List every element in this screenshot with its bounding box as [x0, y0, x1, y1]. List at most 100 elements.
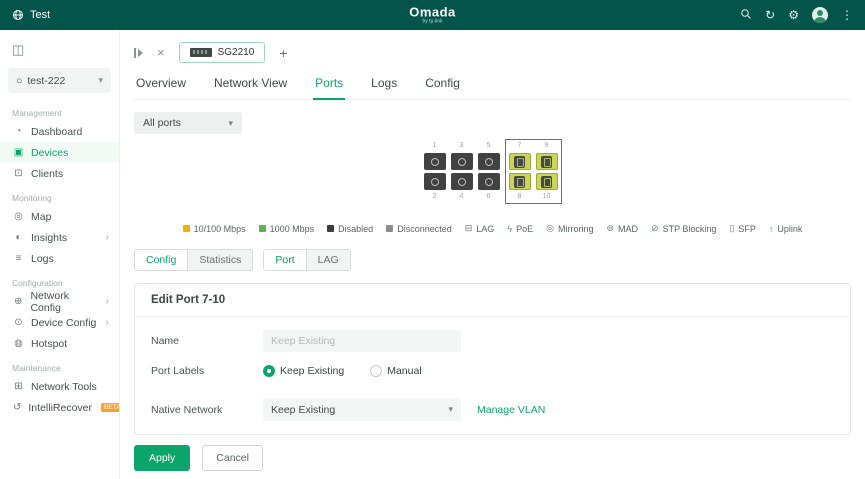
port-8[interactable] [509, 173, 531, 190]
legend-item: 10/100 Mbps [183, 224, 246, 234]
apply-button[interactable]: Apply [134, 445, 190, 471]
sidebar-item-hotspot[interactable]: ◍ Hotspot [0, 333, 119, 354]
expand-device-list-icon[interactable] [134, 48, 143, 58]
legend-item: Disconnected [386, 224, 452, 234]
subtab-lag[interactable]: LAG [306, 250, 350, 270]
port-7[interactable] [509, 153, 531, 170]
site-selector-label: test-222 [27, 75, 65, 87]
site-icon: ○ [16, 75, 22, 87]
port-column: 1 2 [424, 142, 446, 201]
radio-manual[interactable]: Manual [370, 365, 421, 377]
device-tab-sg2210[interactable]: SG2210 [179, 42, 266, 63]
user-avatar[interactable] [812, 7, 828, 23]
tab-network-view[interactable]: Network View [212, 69, 289, 99]
port-3[interactable] [451, 153, 473, 170]
native-network-row: Native Network Keep Existing ▾ Manage VL… [151, 398, 834, 421]
refresh-icon[interactable]: ↻ [765, 9, 775, 21]
site-switcher[interactable]: Test [12, 9, 50, 21]
cancel-button[interactable]: Cancel [202, 445, 263, 471]
legend-item: ↑Uplink [769, 224, 803, 234]
legend-label: Mirroring [558, 224, 594, 234]
legend-swatch-disabled-icon [327, 225, 334, 232]
sidebar-item-logs[interactable]: ≡ Logs [0, 248, 119, 269]
legend-item: ϟPoE [507, 224, 533, 234]
legend-swatch-1000-icon [259, 225, 266, 232]
tab-config[interactable]: Config [423, 69, 462, 99]
port-1[interactable] [424, 153, 446, 170]
port-column: 5 6 [478, 142, 500, 201]
port-labels-label: Port Labels [151, 365, 263, 377]
close-device-tab-icon[interactable]: × [157, 45, 165, 60]
sidebar-item-map[interactable]: ◎ Map [0, 206, 119, 227]
ports-filter-dropdown[interactable]: All ports ▾ [134, 112, 242, 134]
sfp-module-icon [541, 156, 552, 168]
legend-item: Disabled [327, 224, 373, 234]
device-detail-tabs: Overview Network View Ports Logs Config [134, 69, 851, 100]
chevron-right-icon: › [106, 232, 109, 243]
port-2[interactable] [424, 173, 446, 190]
network-tags-label: Network Tags Setting i [151, 434, 263, 435]
sidebar-item-label: Network Tools [31, 381, 97, 393]
subtab-config[interactable]: Config [135, 250, 187, 270]
legend-swatch-disconnected-icon [386, 225, 393, 232]
view-mode-segment: Config Statistics [134, 249, 253, 271]
tab-overview[interactable]: Overview [134, 69, 188, 99]
sidebar-item-clients[interactable]: ⊡ Clients [0, 163, 119, 184]
settings-gear-icon[interactable]: ⚙ [788, 9, 799, 21]
sidebar-item-dashboard[interactable]: ◔ Dashboard [0, 121, 119, 142]
add-device-tab-icon[interactable]: + [279, 45, 287, 61]
sidebar-item-network-config[interactable]: ⊕ Network Config › [0, 291, 119, 312]
port-10[interactable] [536, 173, 558, 190]
topbar: Test Omada by tp-link ↻ ⚙ ⋮ [0, 0, 865, 30]
manage-vlan-link[interactable]: Manage VLAN [477, 404, 545, 416]
radio-label: Keep Existing [280, 365, 344, 377]
port-number-label: 7 [518, 142, 522, 150]
port-6[interactable] [478, 173, 500, 190]
port-number-label: 2 [433, 193, 437, 201]
tab-logs[interactable]: Logs [369, 69, 399, 99]
section-label-maintenance: Maintenance [0, 354, 119, 376]
clients-icon: ⊡ [13, 168, 24, 179]
name-input[interactable] [263, 330, 461, 352]
radio-keep-existing[interactable]: Keep Existing [263, 365, 344, 377]
search-icon[interactable] [740, 8, 752, 22]
native-network-select[interactable]: Keep Existing ▾ [263, 398, 461, 421]
subtab-statistics[interactable]: Statistics [187, 250, 252, 270]
port-5[interactable] [478, 153, 500, 170]
network-tags-row: Network Tags Setting i Keep Existing All… [151, 434, 834, 435]
hotspot-icon: ◍ [13, 338, 24, 349]
tab-ports[interactable]: Ports [313, 69, 345, 100]
network-tags-label-text: Network Tags Setting [151, 434, 248, 435]
sidebar-item-network-tools[interactable]: ⊞ Network Tools [0, 376, 119, 397]
chevron-down-icon: ▾ [448, 404, 453, 415]
radio-dot-icon [370, 365, 382, 377]
site-selector[interactable]: ○ test-222 ▾ [8, 68, 111, 93]
port-status-icon [458, 158, 466, 166]
device-tab-bar: × SG2210 + [120, 30, 865, 67]
sidebar-item-devices[interactable]: ▣ Devices [0, 142, 119, 163]
sidebar-item-label: Network Config [30, 290, 98, 314]
main-content: × SG2210 + Overview Network View Ports L… [120, 30, 865, 479]
port-4[interactable] [451, 173, 473, 190]
sidebar-item-device-config[interactable]: ⊙ Device Config › [0, 312, 119, 333]
port-number-label: 9 [545, 142, 549, 150]
port-column: 9 10 [536, 142, 558, 201]
sidebar-item-intellirecover[interactable]: ↺ IntelliRecover BETA [0, 397, 119, 418]
legend-label: PoE [516, 224, 533, 234]
sidebar-item-label: Clients [31, 168, 63, 180]
more-menu-icon[interactable]: ⋮ [841, 9, 853, 21]
subtab-port[interactable]: Port [264, 250, 305, 270]
port-number-label: 6 [487, 193, 491, 201]
legend-item: ⊘STP Blocking [651, 223, 716, 234]
radio-dot-icon [263, 365, 275, 377]
sidebar-collapse-icon[interactable]: ◫ [0, 38, 119, 64]
chevron-down-icon: ▾ [228, 118, 233, 129]
chevron-down-icon: ▾ [98, 75, 103, 86]
port-status-icon [485, 158, 493, 166]
sidebar-item-insights[interactable]: ◐ Insights › [0, 227, 119, 248]
port-9[interactable] [536, 153, 558, 170]
insights-icon: ◐ [13, 232, 24, 243]
device-config-icon: ⊙ [13, 317, 24, 328]
logo-text: Omada [409, 6, 456, 19]
section-label-monitoring: Monitoring [0, 184, 119, 206]
